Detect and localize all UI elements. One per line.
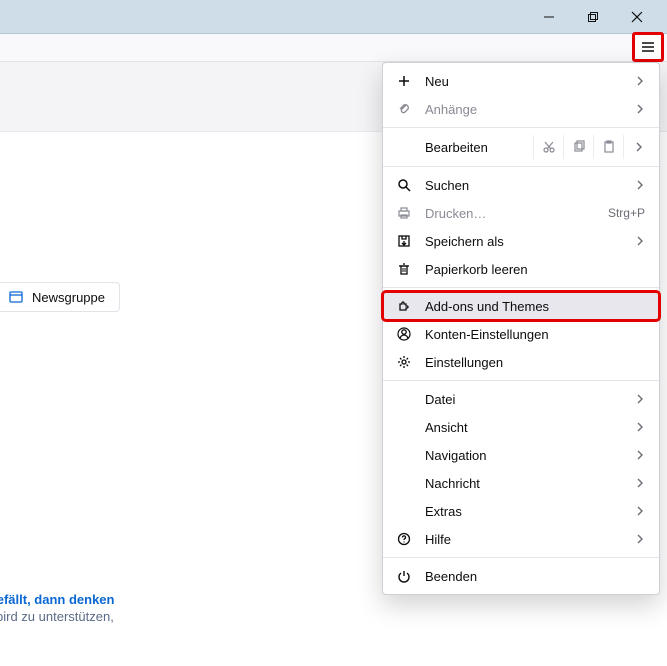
app-menu-button[interactable] [632,32,664,62]
donate-text: en gefällt, dann denken nderbird zu unte… [0,591,250,626]
menu-item-save-as[interactable]: Speichern als [383,227,659,255]
cut-button[interactable] [533,135,563,159]
menu-shortcut: Strg+P [608,206,645,220]
chevron-right-icon [633,394,647,404]
newsgroup-label: Newsgruppe [32,290,105,305]
menu-separator [383,166,659,167]
menu-label: Ansicht [425,420,621,435]
chevron-right-icon [633,534,647,544]
close-button[interactable] [615,3,659,31]
chevron-right-icon[interactable] [623,135,653,159]
account-icon [395,325,413,343]
menu-label: Anhänge [425,102,621,117]
menu-item-addons[interactable]: Add-ons und Themes [383,292,659,320]
menu-label: Hilfe [425,532,621,547]
save-icon [395,232,413,250]
menu-label: Drucken… [425,206,596,221]
chevron-right-icon [633,450,647,460]
maximize-button[interactable] [571,3,615,31]
menu-label: Extras [425,504,621,519]
menu-label: Suchen [425,178,621,193]
menu-item-message[interactable]: Nachricht [383,469,659,497]
chevron-right-icon [633,236,647,246]
menu-item-search[interactable]: Suchen [383,171,659,199]
menu-item-help[interactable]: Hilfe [383,525,659,553]
menu-label: Datei [425,392,621,407]
paperclip-icon [395,100,413,118]
menu-item-accounts[interactable]: Konten-Einstellungen [383,320,659,348]
scissors-icon [542,140,556,154]
menu-separator [383,380,659,381]
menu-label: Add-ons und Themes [425,299,647,314]
menu-item-empty-trash[interactable]: Papierkorb leeren [383,255,659,283]
menu-label: Einstellungen [425,355,647,370]
newsgroup-chip[interactable]: Newsgruppe [0,282,120,312]
chevron-right-icon [633,76,647,86]
window-titlebar [0,0,667,34]
menu-item-extras[interactable]: Extras [383,497,659,525]
trash-icon [395,260,413,278]
newsgroup-icon [8,289,24,305]
paste-button[interactable] [593,135,623,159]
clipboard-icon [602,140,616,154]
toolbar [0,34,667,62]
menu-edit-row: Bearbeiten [383,132,659,162]
hamburger-icon [640,39,656,55]
menu-label: Neu [425,74,621,89]
copy-button[interactable] [563,135,593,159]
menu-label: Beenden [425,569,647,584]
chevron-right-icon [633,478,647,488]
menu-label: Papierkorb leeren [425,262,647,277]
menu-label: Konten-Einstellungen [425,327,647,342]
chevron-right-icon [633,506,647,516]
menu-item-quit[interactable]: Beenden [383,562,659,590]
menu-item-file[interactable]: Datei [383,385,659,413]
menu-separator [383,557,659,558]
menu-label: Navigation [425,448,621,463]
menu-separator [383,127,659,128]
plus-icon [395,72,413,90]
menu-label: Nachricht [425,476,621,491]
donate-line-1: en gefällt, dann denken [0,591,250,609]
gear-icon [395,353,413,371]
power-icon [395,567,413,585]
menu-item-settings[interactable]: Einstellungen [383,348,659,376]
search-icon [395,176,413,194]
menu-separator [383,287,659,288]
donate-line-2: nderbird zu unterstützen, [0,608,250,626]
menu-label: Speichern als [425,234,621,249]
minimize-button[interactable] [527,3,571,31]
help-icon [395,530,413,548]
puzzle-icon [395,297,413,315]
copy-icon [572,140,586,154]
menu-label: Bearbeiten [425,140,533,155]
chevron-right-icon [633,180,647,190]
menu-item-attachments: Anhänge [383,95,659,123]
menu-item-view[interactable]: Ansicht [383,413,659,441]
chevron-right-icon [633,104,647,114]
menu-item-navigation[interactable]: Navigation [383,441,659,469]
menu-item-print: Drucken… Strg+P [383,199,659,227]
chevron-right-icon [633,422,647,432]
printer-icon [395,204,413,222]
app-menu-panel: Neu Anhänge Bearbeiten [382,62,660,595]
menu-item-new[interactable]: Neu [383,67,659,95]
